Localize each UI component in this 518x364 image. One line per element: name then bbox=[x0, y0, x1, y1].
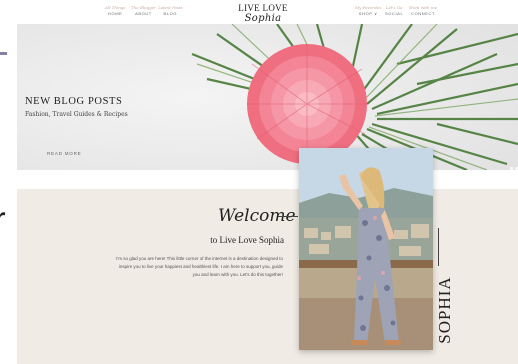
nav-social-label: SOCIAL bbox=[385, 11, 404, 16]
logo-title-script: Sophia bbox=[244, 13, 282, 24]
welcome-divider bbox=[278, 216, 298, 217]
nav-home[interactable]: All Things HOME bbox=[105, 5, 125, 16]
nav-blog-sub: Latest Posts bbox=[158, 5, 183, 10]
slider-dot[interactable] bbox=[510, 167, 513, 170]
edge-cropped-text: r bbox=[0, 202, 6, 237]
nav-connect-sub: Work with me bbox=[409, 5, 438, 10]
nav-social-sub: Let's Go bbox=[385, 5, 403, 10]
hero-subtitle: Fashion, Travel Guides & Recipes bbox=[25, 111, 128, 118]
sophia-vertical-text: SOPHIA bbox=[435, 276, 454, 344]
nav-blog-label: BLOG bbox=[163, 11, 178, 16]
logo-title-main: LIVE LOVE bbox=[238, 3, 288, 13]
read-more-button[interactable]: READ MORE bbox=[47, 151, 81, 156]
nav-blog[interactable]: Latest Posts BLOG bbox=[158, 5, 183, 16]
sophia-photo bbox=[299, 148, 433, 350]
sophia-divider bbox=[438, 228, 439, 266]
nav-about[interactable]: The Blogger ABOUT bbox=[131, 5, 156, 16]
nav-connect-label: CONNECT bbox=[411, 11, 436, 16]
nav-about-label: ABOUT bbox=[135, 11, 152, 16]
logo-title: LIVE LOVE Sophia bbox=[228, 3, 298, 24]
nav-shop-label: SHOP ∨ bbox=[358, 11, 378, 16]
nav-shop-sub: My Favorites bbox=[355, 5, 382, 10]
nav-shop[interactable]: My Favorites SHOP ∨ bbox=[355, 5, 381, 16]
nav-about-sub: The Blogger bbox=[131, 5, 156, 10]
side-mark bbox=[0, 52, 7, 55]
site-header: All Things HOME The Blogger ABOUT Latest… bbox=[0, 0, 518, 29]
welcome-heading: to Live Love Sophia bbox=[210, 235, 284, 245]
nav-connect[interactable]: Work with me CONNECT bbox=[409, 5, 437, 16]
nav-home-sub: All Things bbox=[105, 5, 126, 10]
welcome-body: I'm so glad you are here! This little co… bbox=[116, 256, 283, 277]
nav-home-label: HOME bbox=[108, 11, 123, 16]
photo-illustration bbox=[299, 148, 433, 350]
hero-title: NEW BLOG POSTS bbox=[25, 96, 123, 107]
hero-banner[interactable]: NEW BLOG POSTS Fashion, Travel Guides & … bbox=[17, 24, 518, 170]
nav-social[interactable]: Let's Go SOCIAL bbox=[385, 5, 403, 16]
slider-dots bbox=[508, 157, 518, 170]
